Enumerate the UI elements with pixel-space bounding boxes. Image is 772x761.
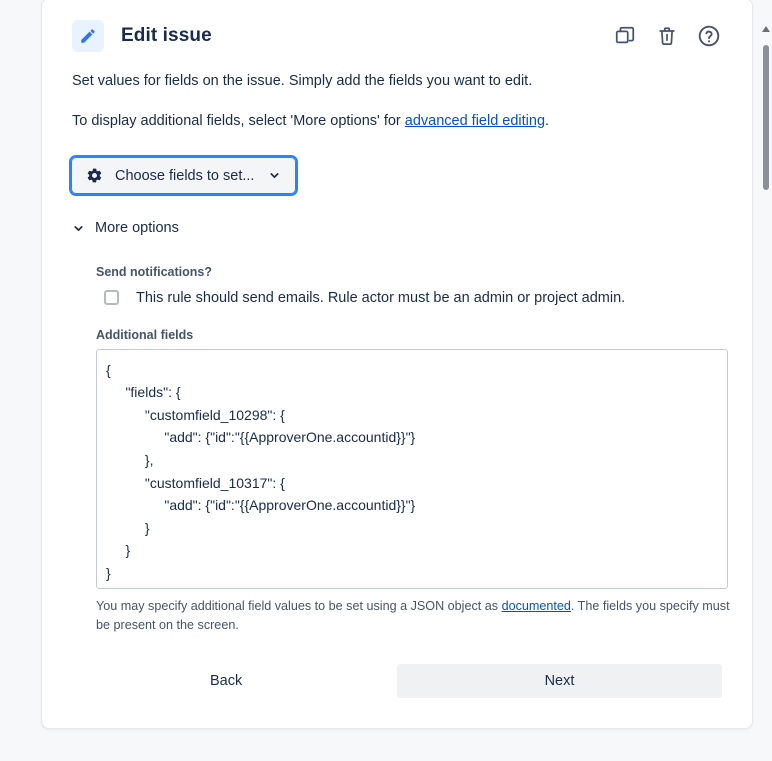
duplicate-icon[interactable] bbox=[612, 23, 638, 49]
next-button[interactable]: Next bbox=[397, 663, 722, 698]
send-notifications-checkbox[interactable] bbox=[104, 290, 119, 306]
scroll-up-arrow-icon[interactable] bbox=[762, 26, 770, 32]
choose-fields-wrap: Choose fields to set... bbox=[68, 155, 722, 197]
header-actions bbox=[612, 23, 722, 49]
edit-issue-card: Edit issue Set values for fields on the … bbox=[41, 0, 753, 729]
documented-link[interactable]: documented bbox=[502, 599, 571, 613]
choose-fields-label: Choose fields to set... bbox=[115, 167, 255, 184]
help-text-prefix: You may specify additional field values … bbox=[96, 598, 502, 613]
description-line-2-prefix: To display additional fields, select 'Mo… bbox=[72, 113, 405, 130]
scrollbar-thumb[interactable] bbox=[763, 45, 769, 190]
back-button[interactable]: Back bbox=[196, 665, 256, 697]
card-header: Edit issue bbox=[72, 0, 722, 61]
more-options-toggle[interactable]: More options bbox=[72, 220, 179, 236]
additional-fields-help-text: You may specify additional field values … bbox=[96, 597, 736, 636]
additional-fields-label: Additional fields bbox=[96, 327, 194, 342]
send-notifications-label: Send notifications? bbox=[96, 264, 212, 279]
description-line-2-suffix: . bbox=[545, 113, 550, 130]
more-options-label: More options bbox=[95, 220, 179, 237]
page-title: Edit issue bbox=[121, 25, 212, 46]
help-icon[interactable] bbox=[696, 23, 722, 49]
vertical-scrollbar[interactable] bbox=[757, 0, 772, 761]
advanced-field-editing-link[interactable]: advanced field editing bbox=[405, 113, 545, 129]
app-background: Edit issue Set values for fields on the … bbox=[0, 0, 772, 761]
chevron-down-icon bbox=[72, 222, 85, 235]
chevron-down-icon bbox=[268, 169, 281, 182]
send-notifications-checkbox-label: This rule should send emails. Rule actor… bbox=[136, 289, 626, 306]
gear-icon bbox=[86, 167, 103, 184]
send-notifications-row: This rule should send emails. Rule actor… bbox=[96, 290, 722, 306]
choose-fields-button[interactable]: Choose fields to set... bbox=[68, 155, 299, 197]
additional-fields-textarea[interactable] bbox=[96, 348, 728, 589]
pencil-icon bbox=[72, 20, 104, 52]
fields-section: Send notifications? This rule should sen… bbox=[72, 264, 730, 636]
card-footer: Back Next bbox=[72, 663, 722, 698]
description-line-2: To display additional fields, select 'Mo… bbox=[72, 111, 722, 132]
trash-icon[interactable] bbox=[654, 23, 680, 49]
description-line-1: Set values for fields on the issue. Simp… bbox=[72, 73, 533, 89]
